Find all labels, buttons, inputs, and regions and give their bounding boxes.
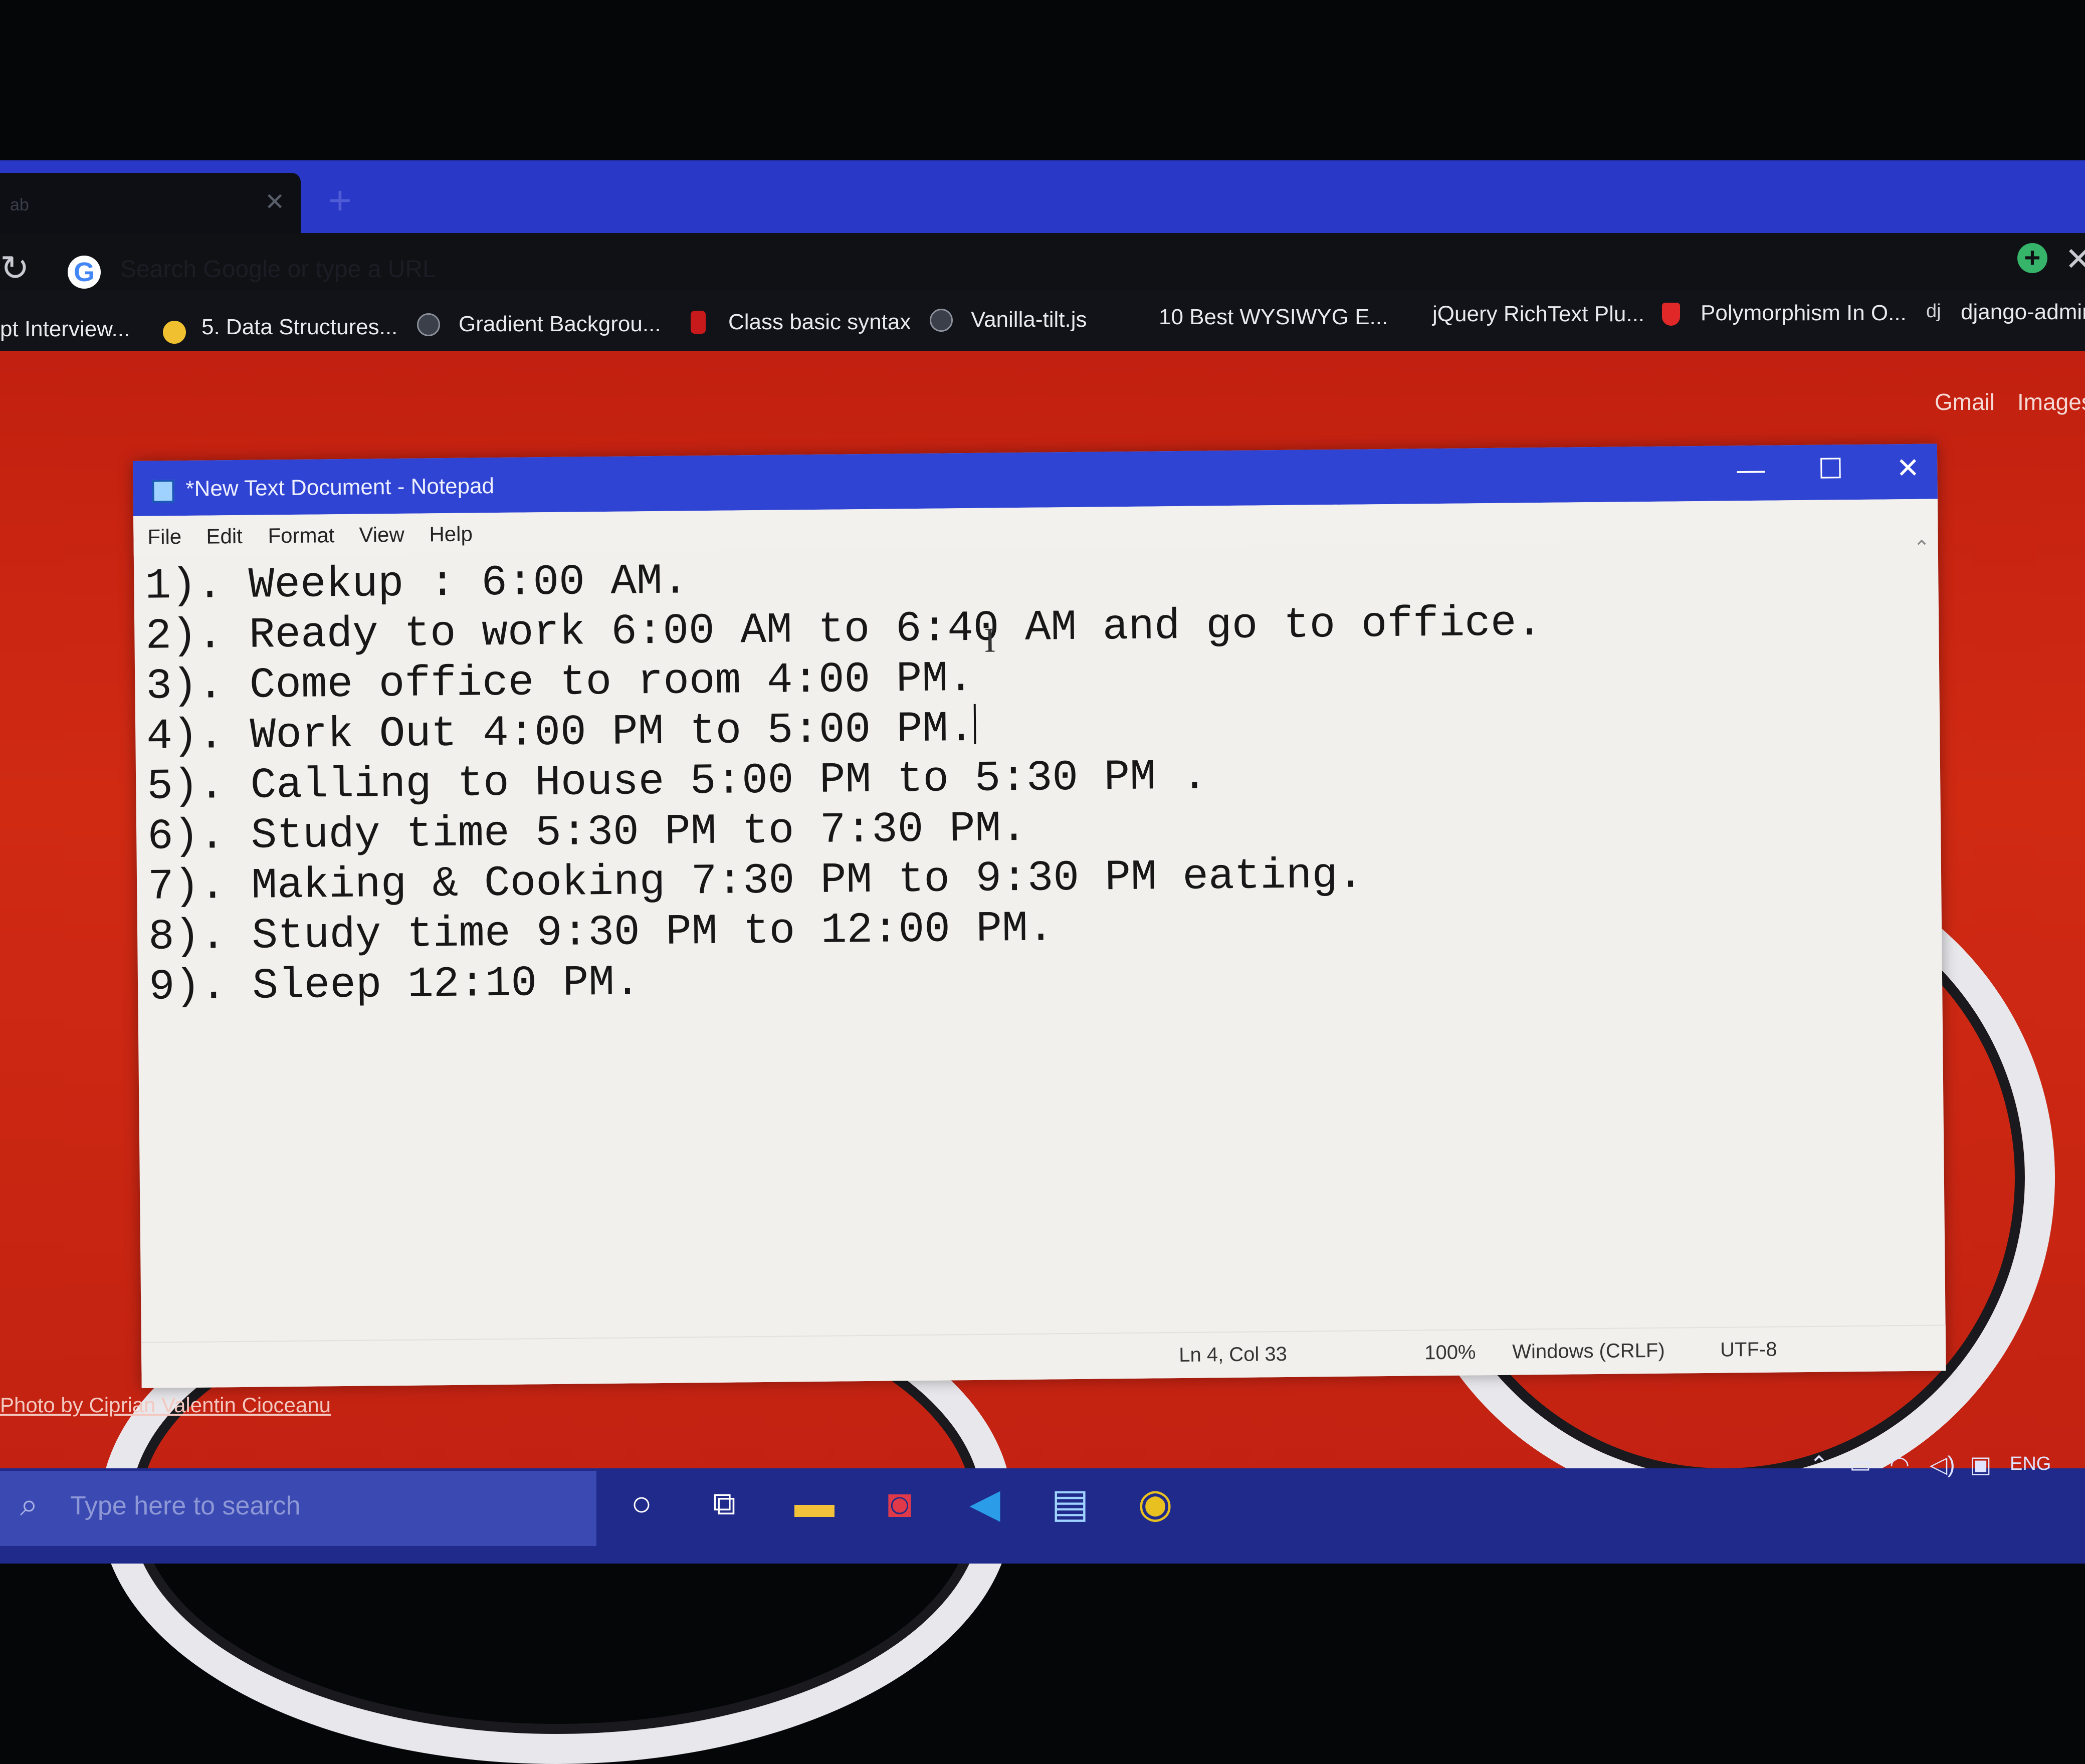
- tab-strip: [0, 160, 2085, 233]
- photo-credit-link[interactable]: Photo by Ciprian Valentin Cioceanu: [0, 1393, 331, 1417]
- bookmark-item[interactable]: Vanilla-tilt.js: [971, 307, 1087, 332]
- bookmark-item[interactable]: Polymorphism In O...: [1701, 301, 1907, 326]
- text-editor[interactable]: 1). Weekup : 6:00 AM. 2). Ready to work …: [145, 544, 1912, 1012]
- address-bar[interactable]: Search Google or type a URL: [120, 256, 436, 283]
- battery-icon[interactable]: ▭: [1849, 1451, 1871, 1478]
- cortana-icon[interactable]: ○: [611, 1473, 672, 1533]
- bookmark-item[interactable]: 10 Best WYSIWYG E...: [1159, 305, 1388, 330]
- reload-icon[interactable]: ↻: [0, 251, 30, 286]
- new-tab-button[interactable]: +: [328, 180, 352, 220]
- minimize-button[interactable]: —: [1737, 454, 1765, 486]
- vscode-icon[interactable]: ◀: [955, 1473, 1015, 1533]
- close-tab-icon[interactable]: ✕: [265, 188, 285, 216]
- search-placeholder: Type here to search: [70, 1491, 301, 1520]
- globe-icon: [930, 309, 953, 332]
- js-icon: [691, 311, 706, 334]
- globe-icon: [417, 313, 440, 336]
- zoom-level: 100%: [1424, 1341, 1476, 1364]
- menu-view[interactable]: View: [359, 523, 404, 547]
- menu-help[interactable]: Help: [429, 522, 473, 547]
- gmail-link[interactable]: Gmail: [1935, 388, 1995, 415]
- menu-edit[interactable]: Edit: [206, 524, 243, 549]
- maximize-button[interactable]: ☐: [1818, 453, 1843, 484]
- network-icon[interactable]: ▣: [1970, 1451, 1991, 1478]
- text-line: 4). Work Out 4:00 PM to 5:00 PM.: [146, 704, 975, 761]
- wifi-icon[interactable]: ◠: [1890, 1451, 1910, 1478]
- window-title: *New Text Document - Notepad: [185, 474, 495, 501]
- bookmark-item[interactable]: Gradient Backgrou...: [459, 312, 661, 337]
- menu-file[interactable]: File: [147, 525, 181, 549]
- camera-app-icon[interactable]: ◙: [870, 1473, 930, 1533]
- close-button[interactable]: ✕: [1896, 452, 1920, 484]
- bookmark-item[interactable]: pt Interview...: [0, 317, 130, 342]
- bookmark-item[interactable]: 5. Data Structures...: [201, 315, 397, 340]
- language-indicator[interactable]: ENG: [2010, 1453, 2051, 1475]
- text-caret: [974, 704, 976, 744]
- google-icon: G: [68, 256, 101, 289]
- python-icon: [163, 321, 186, 344]
- bookmark-item[interactable]: jQuery RichText Plu...: [1432, 302, 1644, 327]
- notepad-icon[interactable]: ▤: [1040, 1473, 1100, 1533]
- chrome-icon[interactable]: ◉: [1125, 1473, 1185, 1533]
- line-ending: Windows (CRLF): [1512, 1339, 1665, 1363]
- bookmark-item[interactable]: Class basic syntax: [728, 310, 911, 335]
- tab-title: ab: [10, 195, 29, 214]
- extension-icon[interactable]: ✕: [2065, 241, 2085, 278]
- menu-format[interactable]: Format: [268, 523, 334, 548]
- file-explorer-icon[interactable]: ▬: [784, 1473, 845, 1533]
- encoding: UTF-8: [1720, 1338, 1777, 1361]
- bookmark-item[interactable]: django-admin: [1961, 300, 2085, 325]
- scroll-up-icon[interactable]: ⌃: [1913, 537, 1930, 560]
- django-icon: dj: [1926, 301, 1941, 322]
- shield-icon: [1662, 303, 1680, 326]
- task-view-icon[interactable]: ⧉: [694, 1473, 754, 1533]
- ibeam-cursor-icon: I: [984, 621, 996, 660]
- show-hidden-icons-icon[interactable]: ⌃: [1809, 1451, 1829, 1478]
- volume-icon[interactable]: ◁): [1930, 1451, 1955, 1478]
- notepad-icon: [152, 480, 174, 503]
- browser-tab[interactable]: [0, 173, 301, 233]
- extension-add-icon[interactable]: +: [2017, 243, 2047, 273]
- notepad-window: *New Text Document - Notepad — ☐ ✕ File …: [133, 444, 1946, 1388]
- cursor-position: Ln 4, Col 33: [1179, 1343, 1288, 1367]
- search-icon: ⌕: [20, 1486, 38, 1522]
- images-link[interactable]: Images: [2017, 388, 2085, 415]
